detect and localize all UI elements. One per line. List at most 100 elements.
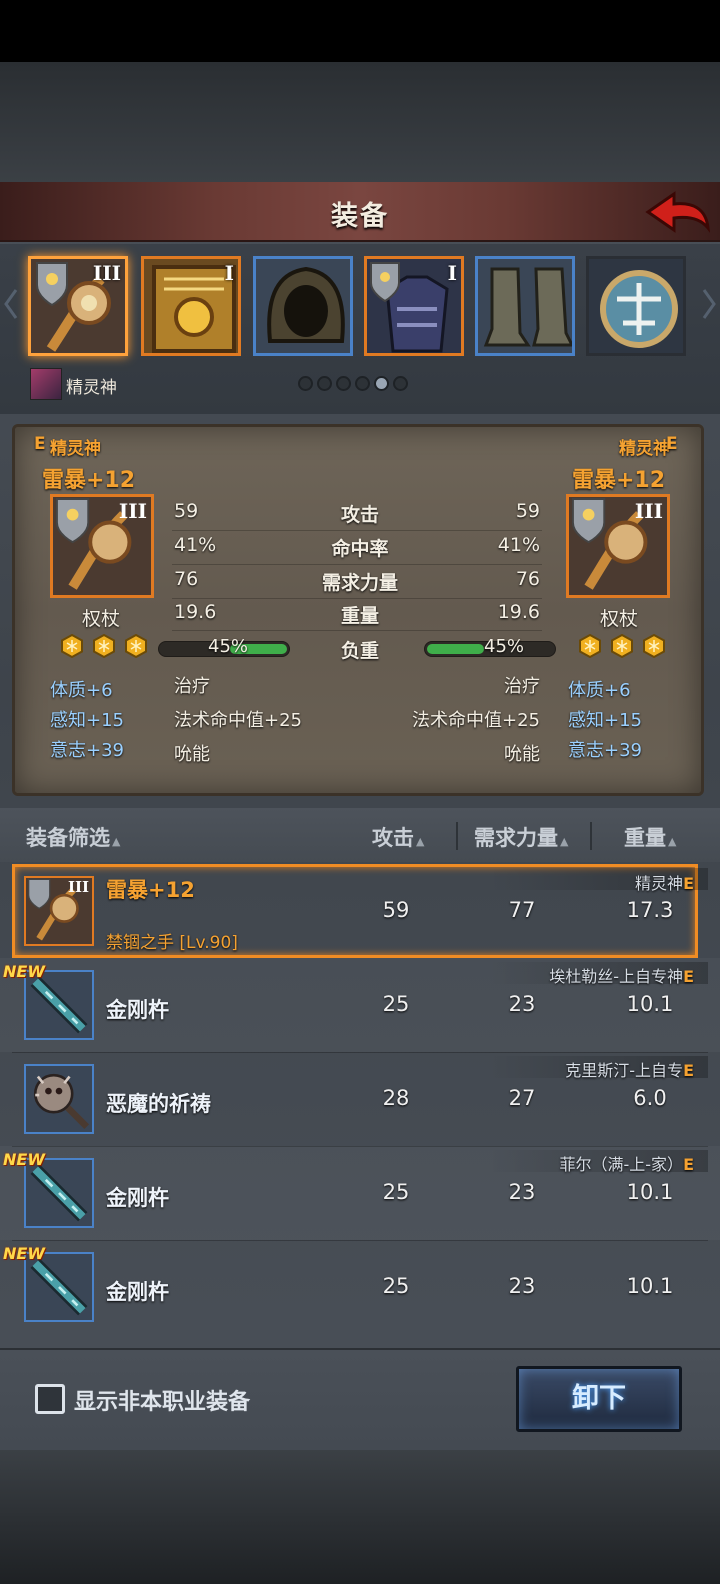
sort-icon: ▲: [668, 835, 677, 848]
item-owner: 埃杜勒丝-上自专神E: [549, 967, 694, 986]
item-thumbnail: [24, 1064, 94, 1134]
item-name: 雷暴+12: [106, 878, 195, 902]
right-attr: 感知+15: [568, 710, 642, 731]
right-stat-value: 19.6: [497, 601, 540, 623]
item-strength: 23: [508, 992, 536, 1016]
sort-strength-button[interactable]: 需求力量 ▲: [474, 822, 568, 852]
item-attack: 25: [382, 1274, 410, 1298]
right-effect: 吮能: [504, 744, 540, 765]
amulet-icon: [589, 259, 683, 353]
header-bar: 装备: [0, 182, 720, 242]
right-gem-slots: [578, 633, 674, 662]
right-owner: 精灵神: [619, 439, 670, 459]
item-weight: 17.3: [626, 898, 674, 922]
right-effect: 治疗: [504, 676, 540, 697]
divider: [172, 564, 542, 565]
left-stat-value: 76: [174, 568, 199, 590]
background-bottom: [0, 1450, 720, 1584]
right-grade: E: [666, 434, 678, 454]
vajra-icon: [26, 972, 92, 1038]
left-item-name: 雷暴+12: [42, 468, 136, 493]
item-weight: 10.1: [626, 1180, 674, 1204]
left-effect: 治疗: [174, 676, 210, 697]
equipment-slot-weapon[interactable]: III: [28, 256, 128, 356]
right-load-fill: [427, 644, 484, 654]
filter-sort-button[interactable]: 装备筛选 ▲: [26, 822, 120, 852]
item-thumbnail: III: [24, 876, 94, 946]
equipment-slot-accessory[interactable]: [586, 256, 686, 356]
sort-attack-button[interactable]: 攻击 ▲: [372, 822, 424, 852]
left-owner: 精灵神: [50, 439, 101, 459]
item-weight: 6.0: [633, 1086, 667, 1110]
load-label: 负重: [340, 640, 379, 662]
status-bar-area: [0, 0, 720, 62]
page-dot[interactable]: [298, 376, 313, 391]
equipment-slot-offhand[interactable]: I: [141, 256, 241, 356]
gem-slot-icon: [60, 633, 84, 659]
right-item-icon: III: [566, 494, 670, 598]
left-attr: 感知+15: [50, 710, 124, 731]
page-dot[interactable]: [317, 376, 332, 391]
page-dot-active[interactable]: [374, 376, 389, 391]
checkbox-label: 显示非本职业装备: [74, 1390, 251, 1415]
gem-slot-icon: [578, 633, 602, 659]
left-stat-value: 19.6: [174, 601, 217, 623]
character-name: 精灵神: [66, 378, 117, 398]
gem-slot-icon: [642, 633, 666, 659]
tier-label: III: [67, 878, 89, 896]
item-strength: 77: [508, 898, 536, 922]
right-stat-value: 76: [515, 568, 540, 590]
left-attr: 意志+39: [50, 740, 124, 761]
gem-slot-icon: [610, 633, 634, 659]
stat-label: 命中率: [331, 538, 389, 560]
item-owner: 精灵神E: [635, 874, 694, 893]
boots-icon: [478, 259, 572, 353]
equipment-slot-body[interactable]: I: [364, 256, 464, 356]
divider: [456, 822, 458, 850]
sort-weight-button[interactable]: 重量 ▲: [624, 822, 676, 852]
vajra-icon: [26, 1160, 92, 1226]
gem-slot-icon: [124, 633, 148, 659]
sort-icon: ▲: [416, 835, 425, 848]
weight-header-label: 重量: [624, 826, 666, 850]
item-weight: 10.1: [626, 992, 674, 1016]
left-stat-value: 41%: [174, 534, 217, 556]
divider: [172, 598, 542, 599]
new-badge: NEW: [3, 1150, 45, 1169]
item-strength: 23: [508, 1274, 536, 1298]
new-badge: NEW: [3, 962, 45, 981]
left-item-type: 权杖: [82, 608, 121, 630]
character-avatar: [30, 368, 62, 400]
divider: [172, 630, 542, 631]
right-load-percent: 45%: [484, 636, 525, 657]
chevron-left-icon[interactable]: [4, 288, 18, 320]
page-dot[interactable]: [393, 376, 408, 391]
hood-icon: [256, 259, 350, 353]
chevron-right-icon[interactable]: [702, 288, 716, 320]
left-load-percent: 45%: [208, 636, 249, 657]
right-item-type: 权杖: [600, 608, 639, 630]
right-effect: 法术命中值+25: [412, 710, 540, 731]
background-top: [0, 62, 720, 182]
left-stat-value: 59: [174, 500, 199, 522]
tier-label: I: [224, 261, 234, 285]
equipment-slot-head[interactable]: [253, 256, 353, 356]
demon-mace-icon: [26, 1066, 92, 1132]
strength-header-label: 需求力量: [474, 826, 558, 850]
left-gem-slots: [60, 633, 156, 662]
page-dot[interactable]: [355, 376, 370, 391]
page-dot[interactable]: [336, 376, 351, 391]
right-attr: 意志+39: [568, 740, 642, 761]
left-effect: 吮能: [174, 744, 210, 765]
back-arrow-icon[interactable]: [644, 188, 710, 236]
item-owner: 克里斯汀-上自专E: [565, 1061, 694, 1080]
sort-icon: ▲: [560, 835, 569, 848]
attack-header-label: 攻击: [372, 826, 414, 850]
item-name: 金刚杵: [106, 1280, 169, 1304]
show-other-class-checkbox[interactable]: [35, 1384, 65, 1414]
unequip-button[interactable]: 卸下: [516, 1366, 682, 1432]
equipment-slot-feet[interactable]: [475, 256, 575, 356]
stat-label: 需求力量: [321, 572, 398, 594]
right-stat-value: 41%: [497, 534, 540, 556]
page-title: 装备: [331, 201, 389, 232]
